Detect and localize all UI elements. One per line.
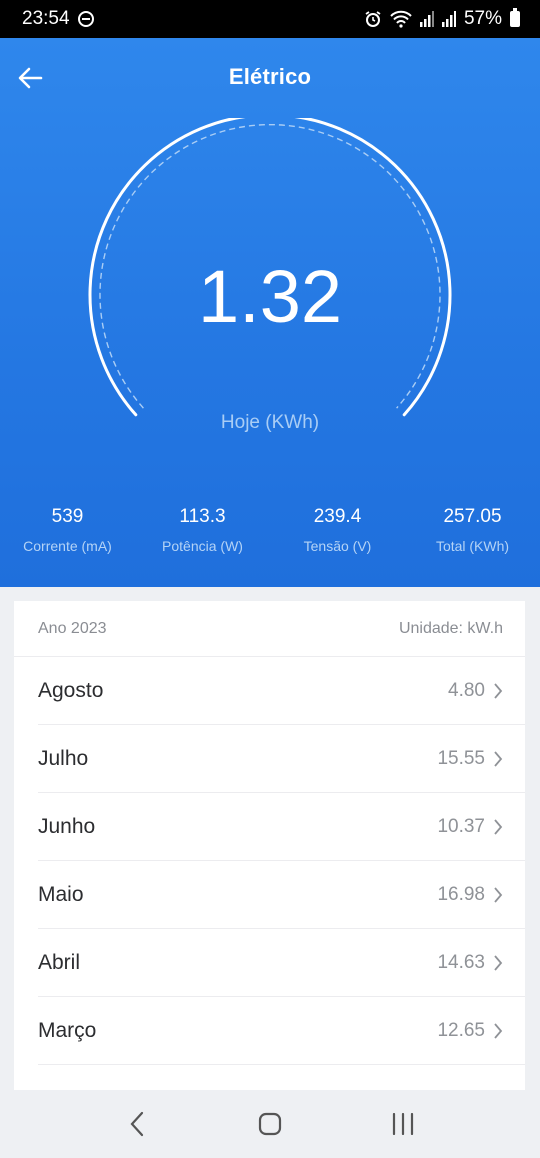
nav-home-icon <box>258 1112 282 1136</box>
month-row-marco[interactable]: Março 12.65 <box>38 997 525 1065</box>
chevron-right-icon <box>494 818 503 835</box>
month-row-julho[interactable]: Julho 15.55 <box>38 725 525 793</box>
list-header: Ano 2023 Unidade: kW.h <box>14 601 525 657</box>
stat-label: Corrente (mA) <box>23 538 112 554</box>
stat-value: 239.4 <box>313 506 362 527</box>
month-name: Julho <box>38 746 89 770</box>
stat-total: 257.05 Total (KWh) <box>405 506 540 554</box>
month-value-group: 4.80 <box>448 680 503 702</box>
month-value-group: 14.63 <box>437 952 503 974</box>
month-value: 10.37 <box>437 815 485 837</box>
month-value: 12.65 <box>437 1019 485 1041</box>
month-value-group: 16.98 <box>437 884 503 906</box>
month-name: Maio <box>38 882 84 906</box>
status-left: 23:54 <box>22 8 94 30</box>
system-nav-bar <box>0 1090 540 1158</box>
nav-recents-icon <box>393 1113 414 1135</box>
nav-home-button[interactable] <box>240 1099 300 1149</box>
battery-icon <box>510 8 520 27</box>
gauge-value: 1.32 <box>197 255 343 338</box>
month-value: 14.63 <box>437 951 485 973</box>
status-right: 57% <box>364 8 520 30</box>
stat-voltage: 239.4 Tensão (V) <box>270 506 405 554</box>
do-not-disturb-icon <box>77 11 94 27</box>
signal-icon-2 <box>441 11 456 27</box>
month-value-group: 12.65 <box>437 1020 503 1042</box>
month-name: Abril <box>38 950 81 974</box>
stat-label: Tensão (V) <box>303 538 372 554</box>
stat-value: 539 <box>51 506 84 527</box>
month-row-maio[interactable]: Maio 16.98 <box>38 861 525 929</box>
month-row-agosto[interactable]: Agosto 4.80 <box>38 657 525 725</box>
status-bar: 23:54 57% <box>0 0 540 38</box>
stat-power: 113.3 Potência (W) <box>135 506 270 554</box>
nav-back-icon <box>130 1111 143 1137</box>
chevron-right-icon <box>494 886 503 903</box>
stat-current: 539 Corrente (mA) <box>0 506 135 554</box>
nav-recents-button[interactable] <box>373 1099 433 1149</box>
month-name: Junho <box>38 814 96 838</box>
month-row-junho[interactable]: Junho 10.37 <box>38 793 525 861</box>
month-value: 15.55 <box>437 747 485 769</box>
chevron-right-icon <box>494 1022 503 1039</box>
stat-label: Total (KWh) <box>435 538 510 554</box>
hero-panel: Elétrico 1.32 Hoje (KWh) 539 Corrente (m… <box>0 38 540 587</box>
month-value-group: 10.37 <box>437 816 503 838</box>
month-value: 16.98 <box>437 883 485 905</box>
month-value-group: 15.55 <box>437 748 503 770</box>
stat-label: Potência (W) <box>162 538 243 554</box>
alarm-icon <box>364 10 382 28</box>
month-name: Agosto <box>38 678 104 702</box>
chevron-right-icon <box>494 954 503 971</box>
battery-percent: 57% <box>463 8 502 29</box>
chevron-right-icon <box>494 682 503 699</box>
gauge-label: Hoje (KWh) <box>220 412 320 433</box>
stats-row: 539 Corrente (mA) 113.3 Potência (W) 239… <box>0 506 540 554</box>
month-value: 4.80 <box>448 679 485 701</box>
month-name: Março <box>38 1018 97 1042</box>
monthly-list-card: Ano 2023 Unidade: kW.h Agosto 4.80 Julho… <box>14 601 525 1090</box>
year-label: Ano 2023 <box>38 619 107 637</box>
month-row-abril[interactable]: Abril 14.63 <box>38 929 525 997</box>
stat-value: 113.3 <box>179 506 226 527</box>
unit-label: Unidade: kW.h <box>398 619 503 637</box>
stat-value: 257.05 <box>443 506 502 527</box>
nav-back-button[interactable] <box>107 1099 167 1149</box>
status-time: 23:54 <box>22 8 70 29</box>
wifi-icon <box>390 10 412 28</box>
signal-icon <box>419 11 434 27</box>
page-title: Elétrico <box>228 64 312 89</box>
chevron-right-icon <box>494 750 503 767</box>
